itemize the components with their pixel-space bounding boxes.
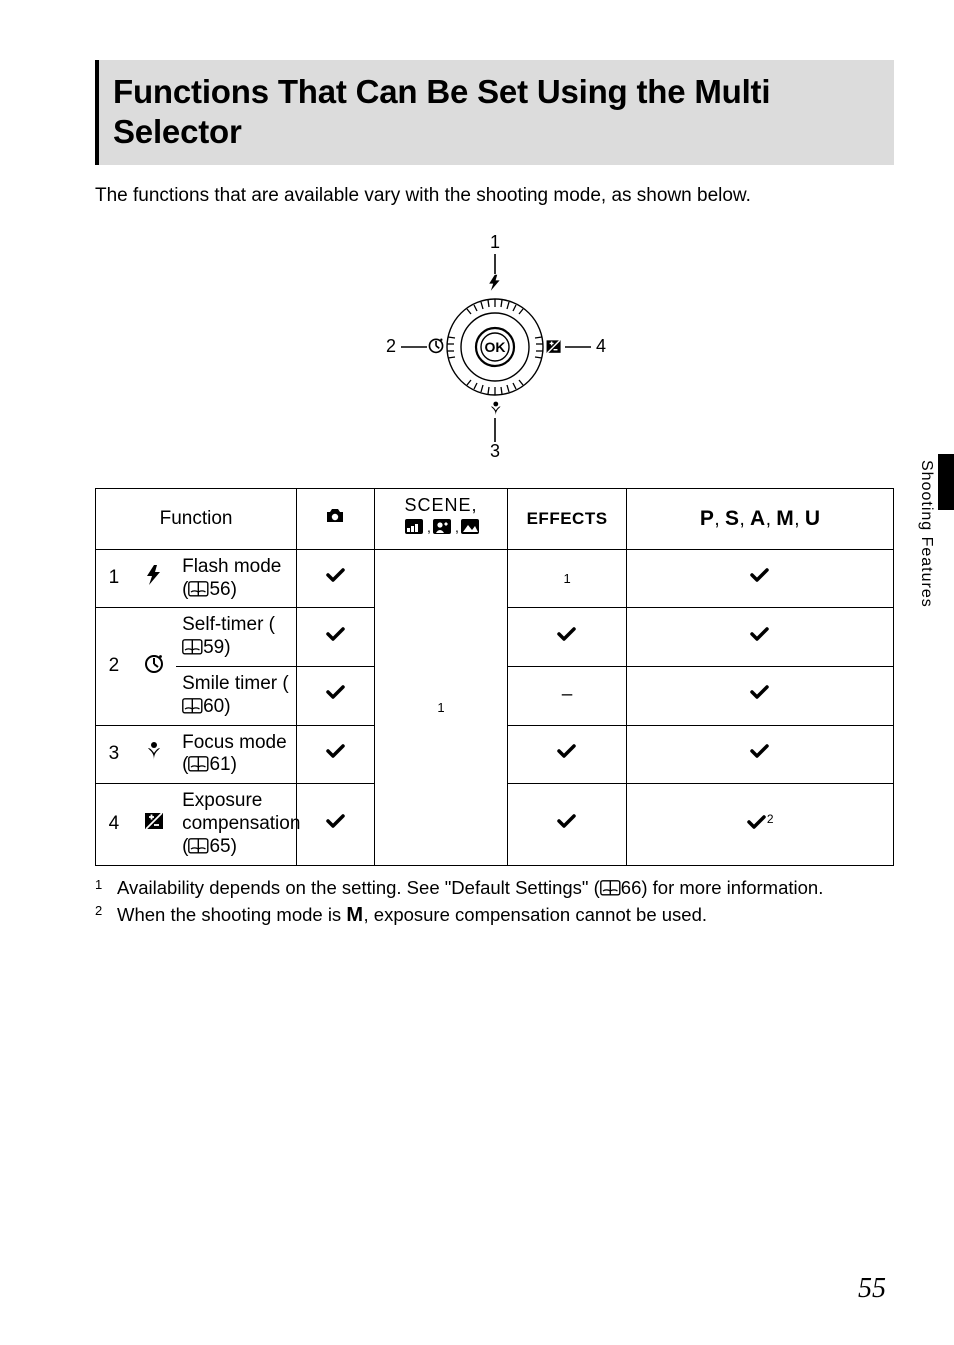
svg-text:,: , (455, 519, 459, 535)
diagram-label-top: 1 (489, 232, 499, 252)
section-tab: Shooting Features (917, 454, 954, 608)
row-icon (132, 608, 176, 725)
row-label: Smile timer (60) (176, 666, 297, 725)
check-icon (750, 684, 770, 700)
th-function: Function (96, 489, 297, 550)
page-ref-icon (182, 698, 203, 714)
cell-effects (507, 608, 627, 667)
page-ref-icon (182, 639, 203, 655)
functions-table: Function SCENE, , (95, 488, 894, 865)
row-num: 1 (96, 549, 132, 608)
cell-effects: 1 (507, 549, 627, 608)
row-label: Self-timer (59) (176, 608, 297, 667)
page-ref-icon (188, 838, 209, 854)
cell-psamu (627, 725, 894, 784)
svg-text:,: , (427, 519, 431, 535)
camera-icon (324, 505, 348, 527)
cell-psamu: 2 (627, 784, 894, 865)
scene-mode-icons: , , (403, 518, 479, 536)
cell-psamu (627, 666, 894, 725)
row-label: Focus mode (61) (176, 725, 297, 784)
check-icon (326, 626, 346, 642)
diagram-label-left: 2 (385, 336, 395, 356)
cell-auto (297, 549, 375, 608)
cell-psamu (627, 549, 894, 608)
footnote-1: 1 Availability depends on the setting. S… (95, 876, 894, 901)
check-icon (326, 567, 346, 583)
check-icon (750, 567, 770, 583)
th-effects: EFFECTS (507, 489, 627, 550)
section-tab-label: Shooting Features (917, 454, 938, 608)
cell-auto (297, 784, 375, 865)
page-ref-icon (188, 581, 209, 597)
macro-icon (143, 740, 165, 762)
check-icon (750, 743, 770, 759)
diagram-label-right: 4 (595, 336, 605, 356)
row-icon (132, 725, 176, 784)
row-label: Exposure compensation (65) (176, 784, 297, 865)
multi-selector-diagram: 1 2 3 4 (95, 232, 894, 462)
th-psamu: P, S, A, M, U (627, 489, 894, 550)
row-label: Flash mode (56) (176, 549, 297, 608)
cell-effects: – (507, 666, 627, 725)
th-scene: SCENE, , , (375, 489, 508, 550)
check-icon (326, 813, 346, 829)
th-auto-mode (297, 489, 375, 550)
row-num: 3 (96, 725, 132, 784)
table-row: 1 Flash mode (56) 1 1 (96, 549, 894, 608)
cell-auto (297, 666, 375, 725)
check-icon (326, 743, 346, 759)
cell-scene-merged: 1 (375, 549, 508, 865)
exposure-comp-icon (143, 810, 165, 832)
diagram-label-bottom: 3 (489, 441, 499, 461)
ok-button-label: OK (484, 339, 505, 355)
cell-auto (297, 608, 375, 667)
check-icon (557, 743, 577, 759)
row-num: 2 (96, 608, 132, 725)
multi-selector-svg: 1 2 3 4 (355, 232, 635, 462)
page-ref-icon (188, 756, 209, 772)
cell-effects (507, 725, 627, 784)
row-num: 4 (96, 784, 132, 865)
page-title: Functions That Can Be Set Using the Mult… (113, 72, 878, 153)
cell-auto (297, 725, 375, 784)
section-tab-marker (938, 454, 954, 510)
intro-text: The functions that are available vary wi… (95, 183, 894, 209)
page-number: 55 (858, 1273, 886, 1305)
check-icon (747, 814, 767, 830)
row-icon (132, 549, 176, 608)
cell-psamu (627, 608, 894, 667)
flash-icon (143, 564, 165, 586)
page-title-block: Functions That Can Be Set Using the Mult… (95, 60, 894, 165)
check-icon (326, 684, 346, 700)
check-icon (557, 626, 577, 642)
check-icon (750, 626, 770, 642)
self-timer-icon (143, 652, 165, 674)
page-ref-icon (600, 880, 621, 896)
footnotes: 1 Availability depends on the setting. S… (95, 876, 894, 930)
row-icon (132, 784, 176, 865)
check-icon (557, 813, 577, 829)
footnote-2: 2 When the shooting mode is M, exposure … (95, 902, 894, 929)
cell-effects (507, 784, 627, 865)
